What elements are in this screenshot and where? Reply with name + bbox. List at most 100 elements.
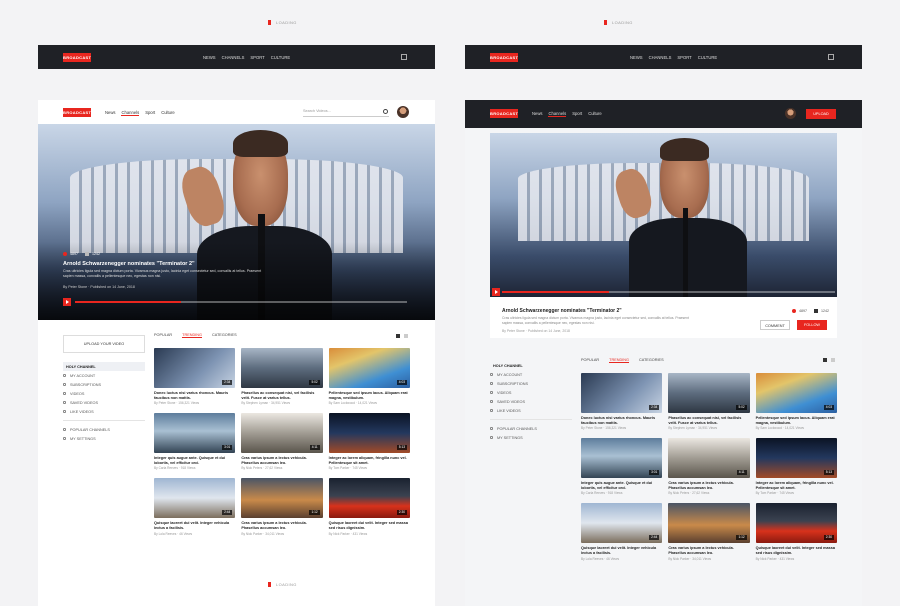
- play-button[interactable]: [63, 298, 71, 306]
- sidebar-item-subscriptions[interactable]: SUBSCRIPTIONS: [490, 379, 572, 388]
- sidebar-item-my-account[interactable]: MY ACCOUNT: [490, 370, 572, 379]
- sidebar-item-holy-channel[interactable]: HOLY CHANNEL: [63, 362, 145, 371]
- video-title[interactable]: Phasellus ac consequat nisi, vel facilis…: [668, 416, 749, 425]
- sidebar-item-like-videos[interactable]: LIKE VIDEOS: [490, 406, 572, 415]
- video-author[interactable]: By Nick Peters: [241, 466, 262, 470]
- video-card[interactable]: 2:44 Quisque laoreet dui velit. Integer v…: [581, 503, 663, 561]
- sidebar-item-saved-videos[interactable]: SAVED VIDEOS: [63, 398, 145, 407]
- hero-video[interactable]: [490, 133, 837, 297]
- video-author[interactable]: By Carla Reeves: [154, 466, 178, 470]
- video-card[interactable]: 4:03 Pellentesque sed ipsum lacus. Aliqua…: [755, 373, 837, 430]
- video-title[interactable]: Integer ac lorem aliquam, fringilla nunc…: [756, 481, 837, 490]
- sidebar-item-saved-videos[interactable]: SAVED VIDEOS: [490, 397, 572, 406]
- video-thumbnail[interactable]: 1:12: [668, 503, 750, 544]
- nav-link-sport[interactable]: Sport: [572, 111, 582, 117]
- list-view-icon[interactable]: [404, 334, 408, 338]
- sidebar-item-subscriptions[interactable]: SUBSCRIPTIONS: [63, 380, 145, 389]
- comment-button[interactable]: COMMENT: [760, 320, 790, 330]
- video-thumbnail[interactable]: 5:13: [755, 438, 837, 479]
- video-thumbnail[interactable]: 4:11: [668, 438, 750, 479]
- video-thumbnail[interactable]: 2:30: [328, 478, 410, 519]
- video-author[interactable]: By Nick Parker: [241, 532, 262, 536]
- video-thumbnail[interactable]: 5:13: [328, 413, 410, 454]
- sidebar-item-videos[interactable]: VIDEOS: [63, 389, 145, 398]
- video-author[interactable]: By Nick Parker: [329, 532, 350, 536]
- video-author[interactable]: By Lola Reeves: [154, 532, 176, 536]
- nav-link-news[interactable]: News: [105, 110, 115, 116]
- expand-icon[interactable]: [401, 54, 407, 60]
- video-card[interactable]: 5:02 Phasellus ac consequat nisi, vel fac…: [241, 348, 323, 405]
- nav-link-channels[interactable]: Channels: [121, 110, 140, 116]
- video-author[interactable]: By Peter Stone: [154, 401, 175, 405]
- video-thumbnail[interactable]: 5:02: [668, 373, 750, 413]
- video-card[interactable]: 2:30 Quisque laoreet dui velit. Integer s…: [755, 503, 837, 561]
- sidebar-item-my-settings[interactable]: MY SETTINGS: [63, 434, 145, 443]
- video-thumbnail[interactable]: 1:12: [241, 478, 323, 519]
- sidebar-item-my-settings[interactable]: MY SETTINGS: [490, 433, 572, 442]
- video-title[interactable]: Cras varius ipsum a lectus vehicula. Pha…: [668, 546, 749, 555]
- video-thumbnail[interactable]: 5:02: [241, 348, 323, 388]
- video-title[interactable]: Phasellus ac consequat nisi, vel facilis…: [241, 391, 322, 400]
- video-title[interactable]: Donec luctus nisi varius rhoncus. Mauris…: [581, 416, 662, 425]
- video-thumbnail[interactable]: 2:34: [154, 348, 236, 388]
- video-thumbnail[interactable]: 2:44: [154, 478, 236, 519]
- video-card[interactable]: 4:11 Cras varius ipsum a lectus vehicula.…: [668, 438, 750, 495]
- video-author[interactable]: By Peter Stone: [581, 426, 602, 430]
- video-thumbnail[interactable]: 2:44: [581, 503, 663, 544]
- video-author[interactable]: By Nick Peters: [668, 491, 689, 495]
- nav-link[interactable]: SPORT: [250, 55, 264, 60]
- video-author[interactable]: By Stephen Lyman: [241, 401, 268, 405]
- tab-categories[interactable]: CATEGORIES: [639, 358, 664, 363]
- tab-trending[interactable]: TRENDING: [182, 333, 202, 338]
- tab-popular[interactable]: POPULAR: [154, 333, 172, 338]
- tab-popular[interactable]: POPULAR: [581, 358, 599, 363]
- video-title[interactable]: Cras varius ipsum a lectus vehicula. Pha…: [668, 481, 749, 490]
- video-author[interactable]: By Nick Parker: [668, 557, 689, 561]
- logo[interactable]: BROADCAST: [490, 53, 518, 62]
- progress-bar[interactable]: [502, 291, 835, 293]
- video-title[interactable]: Cras varius ipsum a lectus vehicula. Pha…: [241, 521, 322, 530]
- video-title[interactable]: Pellentesque sed ipsum lacus. Aliquam er…: [329, 391, 410, 400]
- video-title[interactable]: Pellentesque sed ipsum lacus. Aliquam er…: [756, 416, 837, 425]
- video-title[interactable]: Quisque laoreet dui velit. Integer sed m…: [329, 521, 410, 530]
- video-author[interactable]: By Sam Lockwood: [329, 401, 355, 405]
- sidebar-item-my-account[interactable]: MY ACCOUNT: [63, 371, 145, 380]
- video-title[interactable]: Cras varius ipsum a lectus vehicula. Pha…: [241, 456, 322, 465]
- video-author[interactable]: By Carla Reeves: [581, 491, 605, 495]
- video-thumbnail[interactable]: 4:03: [328, 348, 410, 388]
- upload-video-button[interactable]: UPLOAD YOUR VIDEO: [63, 335, 145, 353]
- video-title[interactable]: Quisque laoreet dui velit. Integer sed m…: [756, 546, 837, 555]
- video-card[interactable]: 3:01 Integer quis augue ante. Quisque et …: [581, 438, 663, 495]
- list-view-icon[interactable]: [831, 358, 835, 362]
- sidebar-item-popular-channels[interactable]: POPULAR CHANNELS: [63, 425, 145, 434]
- video-card[interactable]: 2:44 Quisque laoreet dui velit. Integer v…: [154, 478, 236, 536]
- hero-title[interactable]: Arnold Schwarzenegger nominates "Termina…: [63, 261, 195, 267]
- grid-view-icon[interactable]: [396, 334, 400, 338]
- sidebar-item-holy-channel[interactable]: HOLY CHANNEL: [490, 361, 572, 370]
- sidebar-item-videos[interactable]: VIDEOS: [490, 388, 572, 397]
- heart-icon[interactable]: [792, 309, 796, 313]
- comment-icon[interactable]: [814, 309, 818, 313]
- tab-categories[interactable]: CATEGORIES: [212, 333, 237, 338]
- video-card[interactable]: 5:13 Integer ac lorem aliquam, fringilla …: [328, 413, 410, 470]
- video-card[interactable]: 5:13 Integer ac lorem aliquam, fringilla …: [755, 438, 837, 495]
- nav-link[interactable]: SPORT: [677, 55, 691, 60]
- video-card[interactable]: 1:12 Cras varius ipsum a lectus vehicula.…: [241, 478, 323, 536]
- heart-icon[interactable]: [63, 252, 67, 256]
- search-input[interactable]: Search Videos...: [303, 109, 389, 117]
- video-author[interactable]: By Sam Lockwood: [756, 426, 782, 430]
- logo[interactable]: BROADCAST: [490, 109, 518, 118]
- video-card[interactable]: 1:12 Cras varius ipsum a lectus vehicula.…: [668, 503, 750, 561]
- video-thumbnail[interactable]: 2:34: [581, 373, 663, 413]
- video-author[interactable]: By Tom Parker: [329, 466, 350, 470]
- progress-bar[interactable]: [75, 301, 407, 303]
- video-title[interactable]: Integer quis augue ante. Quisque et dui …: [154, 456, 235, 465]
- video-card[interactable]: 2:34 Donec luctus nisi varius rhoncus. Ma…: [581, 373, 663, 430]
- follow-button[interactable]: FOLLOW: [797, 320, 827, 330]
- video-card[interactable]: 3:01 Integer quis augue ante. Quisque et …: [154, 413, 236, 470]
- nav-link-culture[interactable]: Culture: [161, 110, 175, 116]
- nav-link[interactable]: CULTURE: [271, 55, 290, 60]
- video-thumbnail[interactable]: 3:01: [154, 413, 236, 454]
- hero-video[interactable]: 4897 1242 Arnold Schwarzenegger nominate…: [38, 124, 435, 320]
- video-author[interactable]: By Stephen Lyman: [668, 426, 695, 430]
